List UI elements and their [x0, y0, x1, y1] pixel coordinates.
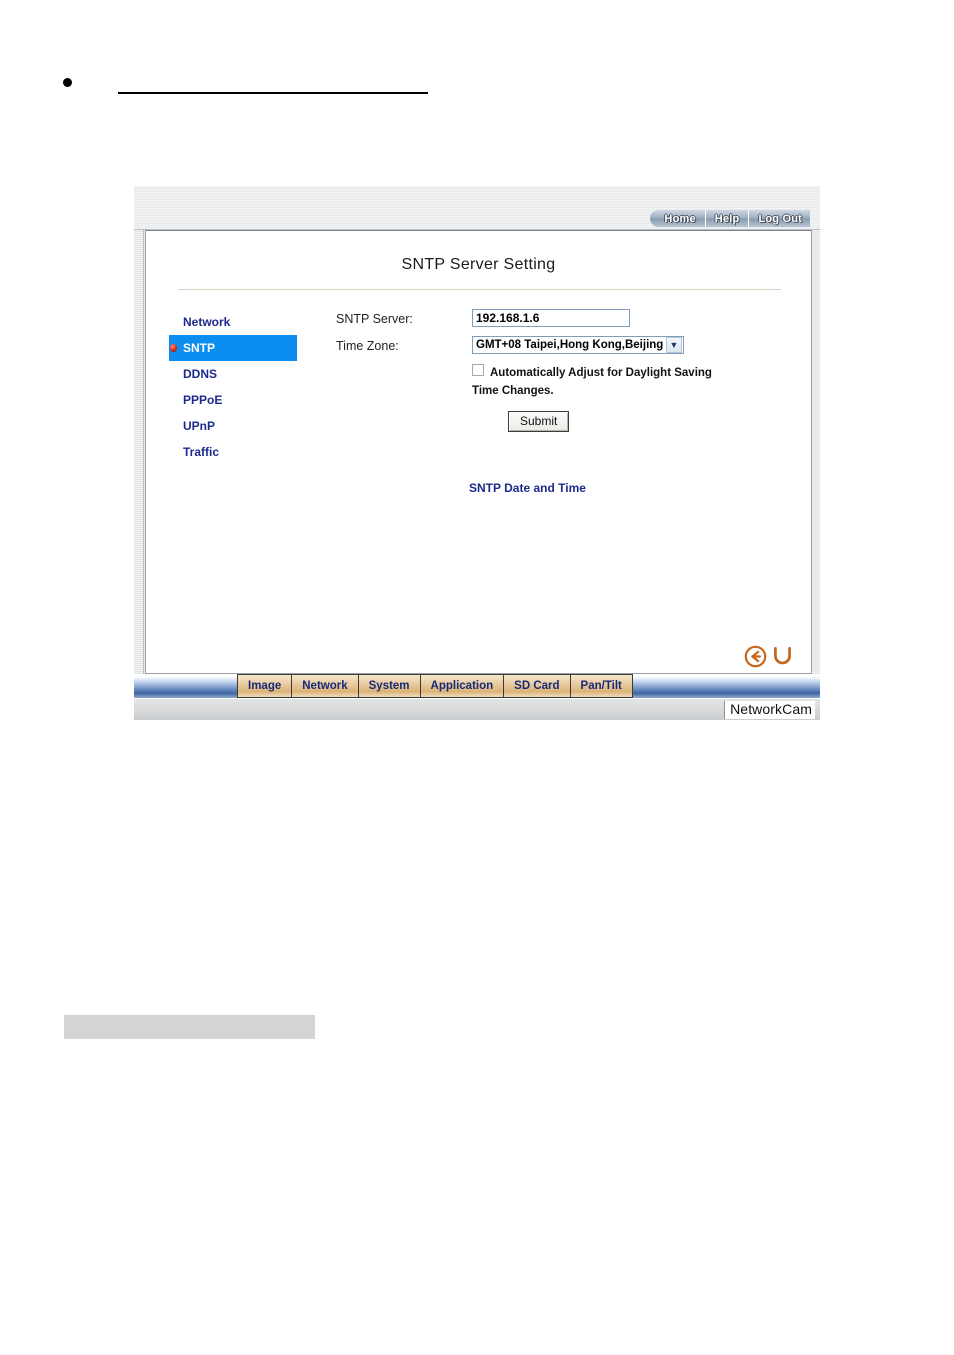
daylight-saving-row: Automatically Adjust for Daylight Saving…	[472, 363, 722, 399]
help-button[interactable]: Help	[705, 210, 750, 227]
time-zone-select[interactable]: GMT+08 Taipei,Hong Kong,Beijing ▼	[472, 336, 684, 354]
heading-underline	[118, 92, 428, 94]
tab-sd-card[interactable]: SD Card	[503, 674, 570, 698]
time-zone-selected-value: GMT+08 Taipei,Hong Kong,Beijing	[476, 339, 664, 351]
bottom-gray-strip: NetworkCam	[134, 698, 820, 720]
main-tabs: Image Network System Application SD Card…	[237, 674, 633, 698]
daylight-saving-label: Automatically Adjust for Daylight Saving…	[472, 367, 712, 397]
selected-indicator-icon	[170, 344, 177, 352]
sidebar-item-ddns[interactable]: DDNS	[169, 361, 297, 387]
sntp-date-and-time-label: SNTP Date and Time	[469, 481, 586, 495]
window-chrome-right	[812, 230, 820, 674]
sidebar-menu: Network SNTP DDNS PPPoE UPnP Traffic	[169, 309, 297, 465]
sidebar-item-label: PPPoE	[183, 393, 223, 407]
tab-application[interactable]: Application	[419, 674, 504, 698]
submit-row: Submit	[508, 411, 791, 432]
document-bullet-heading	[63, 72, 483, 102]
sidebar-item-label: SNTP	[183, 341, 216, 355]
chevron-down-icon[interactable]: ▼	[666, 337, 682, 353]
sidebar-item-traffic[interactable]: Traffic	[169, 439, 297, 465]
title-divider	[178, 289, 781, 290]
sidebar-item-label: DDNS	[183, 367, 218, 381]
sidebar-item-label: Network	[183, 315, 231, 329]
brand-logo: NetworkCam	[724, 701, 815, 719]
sntp-server-label: SNTP Server:	[336, 312, 413, 326]
tab-system[interactable]: System	[357, 674, 420, 698]
tab-pan-tilt[interactable]: Pan/Tilt	[569, 674, 633, 698]
sidebar-item-label: Traffic	[183, 445, 220, 459]
home-button[interactable]: Home	[650, 210, 706, 227]
sidebar-item-network[interactable]: Network	[169, 309, 297, 335]
time-zone-label: Time Zone:	[336, 339, 399, 353]
log-out-button[interactable]: Log Out	[749, 210, 810, 227]
gray-placeholder-block	[64, 1015, 315, 1039]
bullet-icon	[63, 78, 72, 87]
page-title: SNTP Server Setting	[401, 256, 556, 273]
time-zone-row: Time Zone: GMT+08 Taipei,Hong Kong,Beiji…	[336, 336, 791, 354]
daylight-saving-checkbox[interactable]	[472, 364, 484, 376]
sidebar-item-upnp[interactable]: UPnP	[169, 413, 297, 439]
settings-page: SNTP Server Setting Network SNTP DDNS PP…	[145, 230, 812, 674]
refresh-icon[interactable]	[770, 644, 795, 669]
tab-image[interactable]: Image	[237, 674, 292, 698]
sntp-settings-form: SNTP Server: Time Zone: GMT+08 Taipei,Ho…	[336, 309, 791, 432]
sidebar-item-sntp[interactable]: SNTP	[169, 335, 297, 361]
back-icon[interactable]	[743, 644, 768, 669]
sntp-server-row: SNTP Server:	[336, 309, 791, 327]
tab-network[interactable]: Network	[291, 674, 358, 698]
bottom-bar: Image Network System Application SD Card…	[134, 674, 820, 720]
submit-button[interactable]: Submit	[508, 411, 570, 432]
window-chrome-left	[134, 230, 144, 674]
top-navigation: Home Help Log Out	[650, 210, 810, 227]
sntp-server-input[interactable]	[472, 309, 630, 327]
camera-web-ui-window: Home Help Log Out SNTP Server Setting Ne…	[134, 186, 820, 720]
sidebar-item-label: UPnP	[183, 419, 216, 433]
page-navigation-icons	[743, 644, 795, 669]
sidebar-item-pppoe[interactable]: PPPoE	[169, 387, 297, 413]
